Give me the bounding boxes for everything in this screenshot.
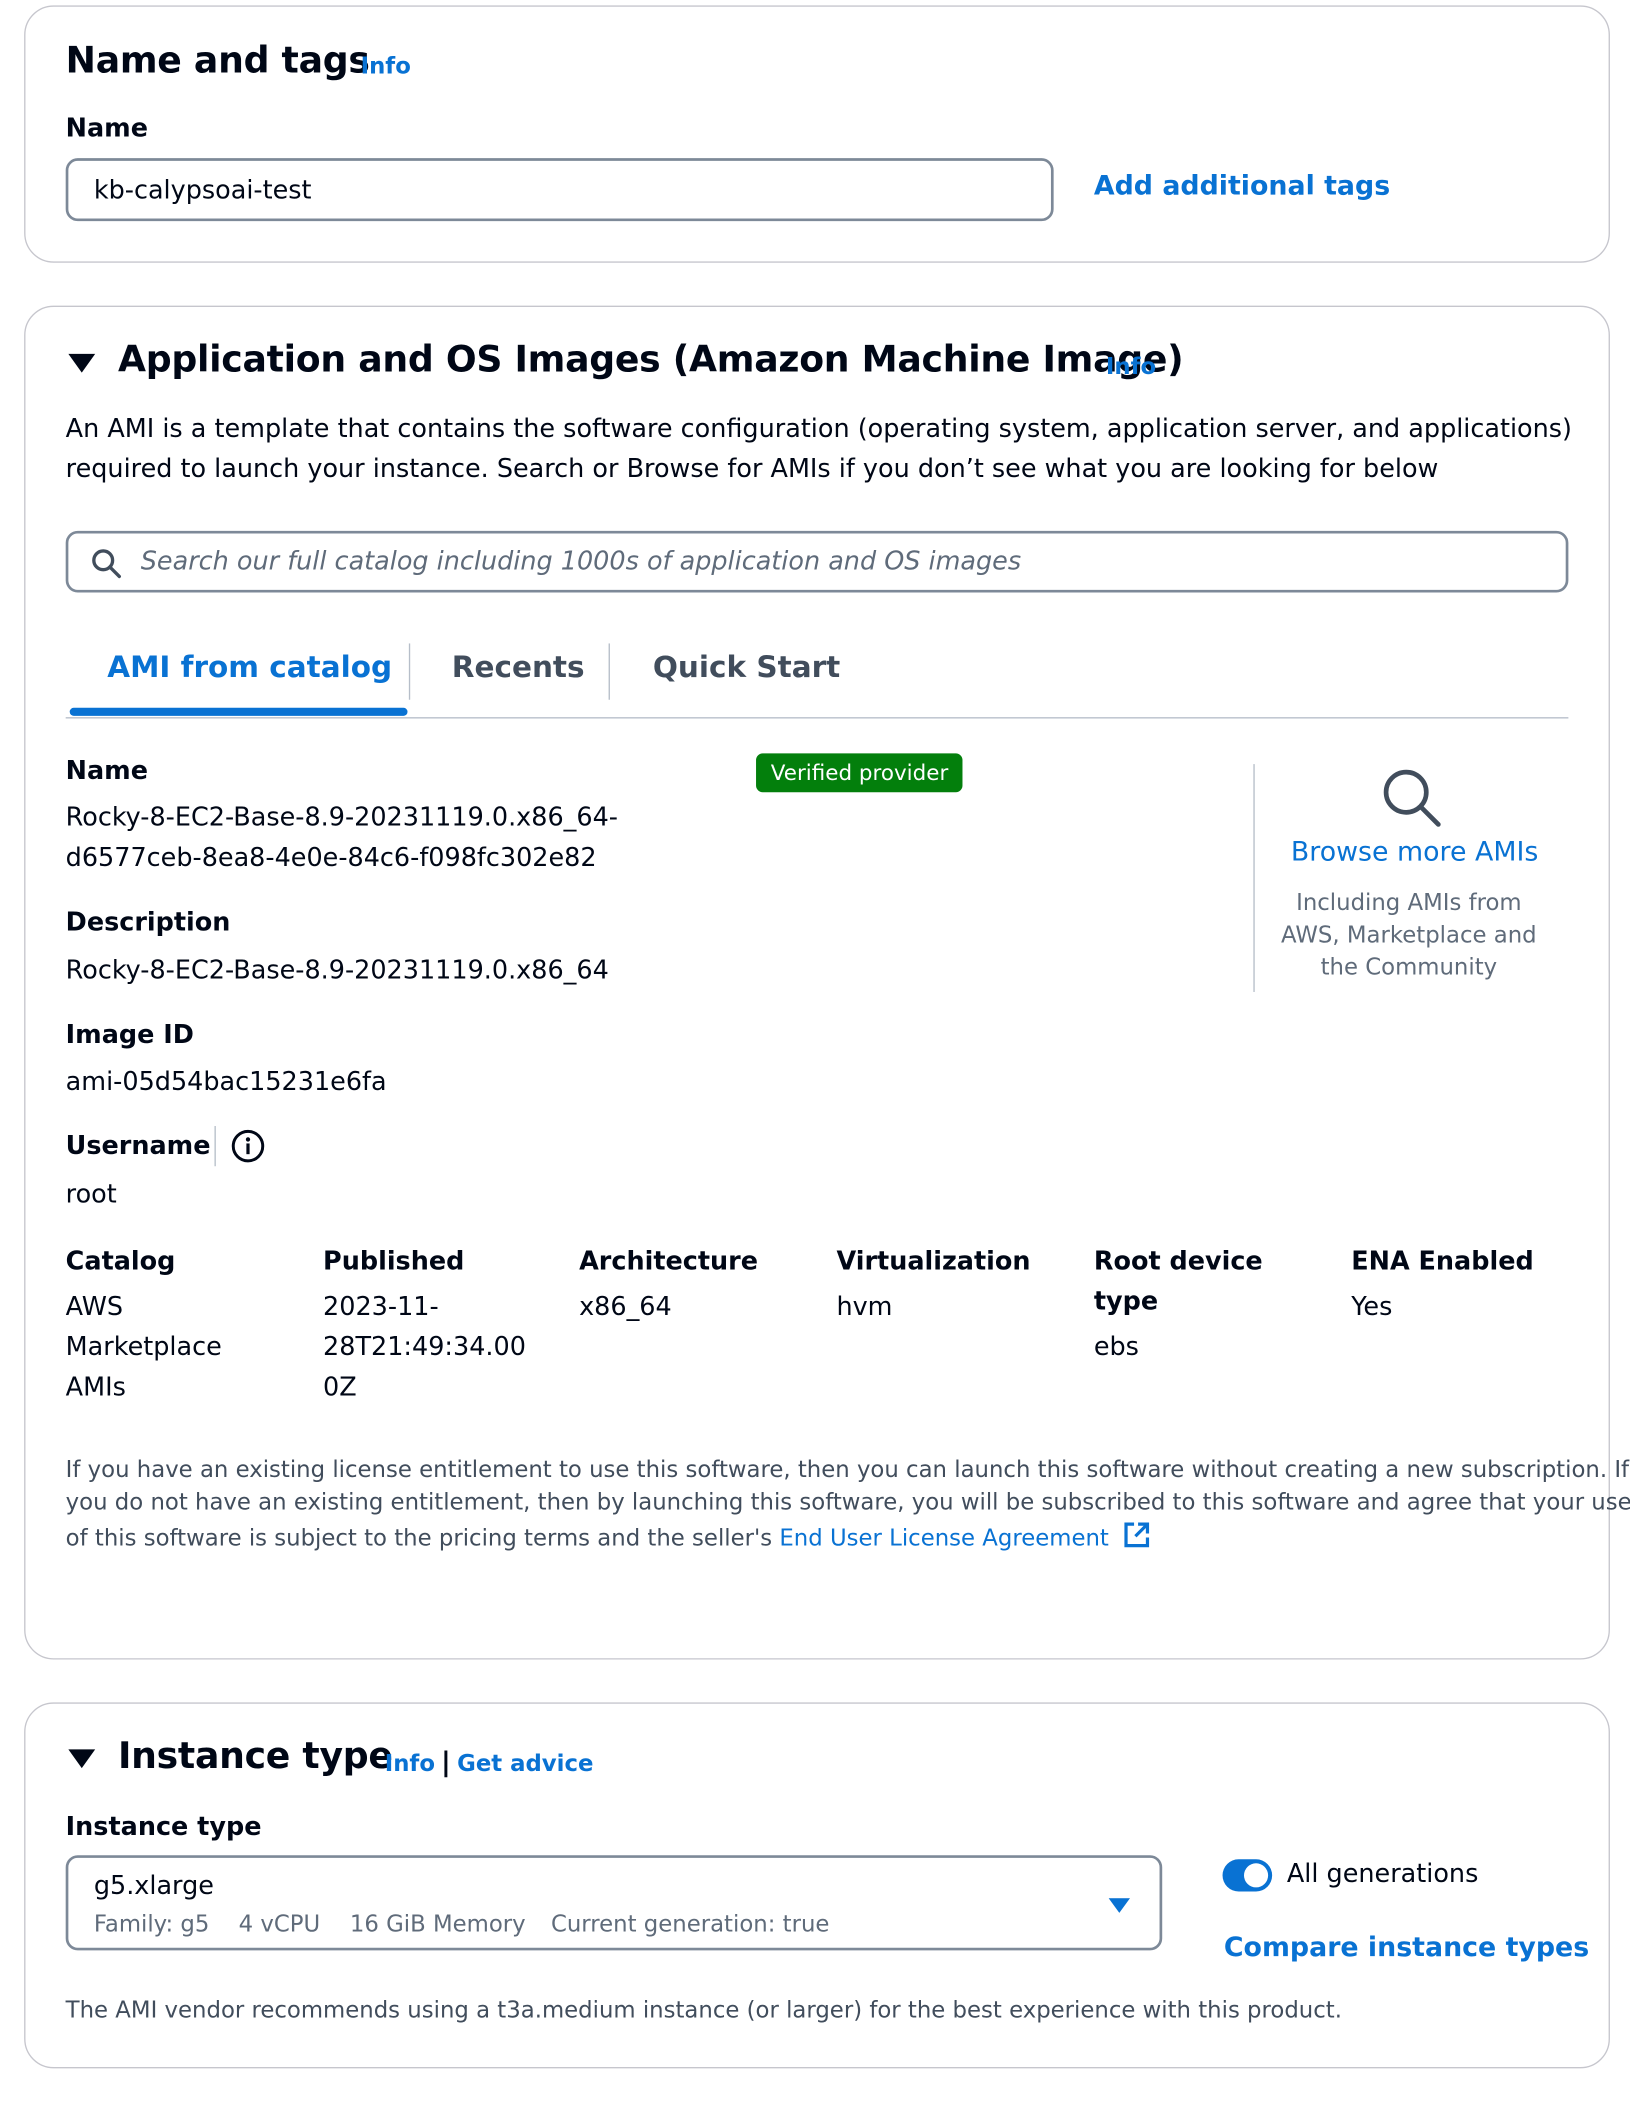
instance-current-generation: Current generation: true: [550, 1911, 830, 1939]
verified-provider-badge: Verified provider: [756, 753, 964, 793]
published-value-line3: 0Z: [323, 1372, 357, 1403]
catalog-value-line2: Marketplace: [65, 1332, 222, 1362]
all-generations-toggle[interactable]: [1222, 1859, 1273, 1892]
tab-divider: [608, 643, 610, 700]
browse-desc-line3: the Community: [1320, 954, 1498, 982]
ami-info-link[interactable]: Info: [1106, 354, 1156, 381]
published-value-line2: 28T21:49:34.00: [323, 1332, 526, 1362]
ami-search-placeholder: Search our full catalog including 1000s …: [140, 546, 1022, 577]
virtualization-value: hvm: [836, 1292, 893, 1322]
name-tags-title: Name and tags: [65, 40, 370, 82]
published-value-line1: 2023-11-: [323, 1292, 439, 1322]
image-id-label: Image ID: [65, 1020, 194, 1050]
instance-type-selected: g5.xlarge: [93, 1871, 214, 1901]
caret-down-icon[interactable]: [1108, 1894, 1131, 1919]
ami-name-value-line1: Rocky-8-EC2-Base-8.9-20231119.0.x86_64-: [65, 802, 619, 833]
add-additional-tags-link[interactable]: Add additional tags: [1094, 169, 1390, 201]
tab-recents[interactable]: Recents: [452, 651, 585, 685]
license-text-line3-text: of this software is subject to the prici…: [65, 1525, 780, 1553]
architecture-value: x86_64: [579, 1292, 672, 1322]
external-link-icon[interactable]: [1121, 1520, 1150, 1556]
ami-title: Application and OS Images (Amazon Machin…: [117, 339, 1184, 381]
catalog-value-line3: AMIs: [65, 1372, 126, 1403]
ami-name-value-line2: d6577ceb-8ea8-4e0e-84c6-f098fc302e82: [65, 843, 597, 873]
instance-vcpu: 4 vCPU: [238, 1911, 321, 1939]
active-tab-indicator: [69, 707, 408, 716]
instance-type-select[interactable]: g5.xlarge Family: g5 4 vCPU 16 GiB Memor…: [65, 1855, 1163, 1951]
compare-instance-types-link[interactable]: Compare instance types: [1224, 1930, 1589, 1962]
expand-triangle-icon[interactable]: [68, 353, 96, 373]
name-input-value: kb-calypsoai-test: [93, 175, 312, 206]
ami-description-line2: required to launch your instance. Search…: [65, 454, 1439, 484]
tab-divider: [408, 643, 411, 700]
browse-more-amis-link[interactable]: Browse more AMIs: [1291, 835, 1538, 867]
published-label: Published: [323, 1246, 465, 1277]
root-device-value: ebs: [1093, 1332, 1139, 1362]
search-icon: [90, 547, 122, 585]
license-text-line1: If you have an existing license entitlem…: [65, 1457, 1630, 1484]
virtualization-label: Virtualization: [836, 1246, 1031, 1277]
root-device-label-line1: Root device: [1093, 1246, 1263, 1277]
license-text-line3: of this software is subject to the prici…: [66, 1520, 1151, 1556]
ami-name-label: Name: [65, 756, 149, 786]
instance-type-field-label: Instance type: [65, 1812, 262, 1842]
link-separator: |: [441, 1745, 451, 1778]
instance-type-title: Instance type: [117, 1735, 393, 1778]
catalog-value-line1: AWS: [65, 1292, 124, 1322]
browse-divider: [1253, 764, 1255, 992]
tab-quick-start[interactable]: Quick Start: [653, 651, 840, 685]
instance-memory: 16 GiB Memory: [349, 1911, 526, 1939]
name-label: Name: [65, 113, 149, 144]
ami-description-label: Description: [65, 907, 231, 938]
image-id-value: ami-05d54bac15231e6fa: [65, 1067, 387, 1097]
magnifier-icon[interactable]: [1381, 767, 1443, 834]
ami-description-value: Rocky-8-EC2-Base-8.9-20231119.0.x86_64: [65, 955, 609, 986]
ena-enabled-label: ENA Enabled: [1351, 1246, 1534, 1277]
ami-search-input[interactable]: Search our full catalog including 1000s …: [65, 530, 1569, 593]
get-advice-link[interactable]: Get advice: [457, 1751, 593, 1778]
instance-type-info-link[interactable]: Info: [385, 1751, 435, 1778]
name-tags-info-link[interactable]: Info: [361, 54, 411, 81]
username-value: root: [65, 1179, 117, 1210]
catalog-label: Catalog: [65, 1246, 176, 1277]
expand-triangle-icon[interactable]: [68, 1749, 96, 1769]
vendor-recommendation-note: The AMI vendor recommends using a t3a.me…: [65, 1997, 1342, 2025]
tab-ami-from-catalog[interactable]: AMI from catalog: [107, 651, 392, 685]
instance-family: Family: g5: [93, 1911, 210, 1939]
browse-desc-line1: Including AMIs from: [1296, 890, 1522, 917]
tabs-bottom-border: [65, 717, 1569, 719]
architecture-label: Architecture: [579, 1246, 759, 1277]
root-device-label-line2: type: [1093, 1286, 1159, 1317]
username-divider: [214, 1126, 216, 1167]
info-circle-icon[interactable]: [231, 1129, 266, 1169]
all-generations-label: All generations: [1286, 1859, 1479, 1889]
name-input[interactable]: kb-calypsoai-test: [65, 158, 1054, 222]
license-text-line2: you do not have an existing entitlement,…: [65, 1489, 1630, 1517]
ami-description-line1: An AMI is a template that contains the s…: [65, 414, 1573, 444]
browse-desc-line2: AWS, Marketplace and: [1281, 922, 1537, 950]
eula-link[interactable]: End User License Agreement: [779, 1525, 1108, 1552]
username-label: Username: [65, 1131, 211, 1161]
ena-enabled-value: Yes: [1351, 1292, 1393, 1322]
